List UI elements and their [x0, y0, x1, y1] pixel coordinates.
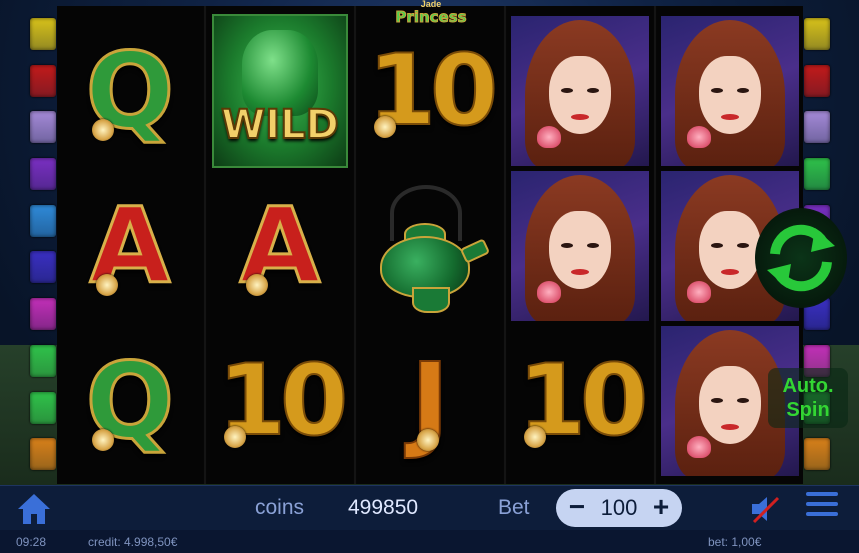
- control-bar: coins 499850 Bet − 100 +: [0, 485, 859, 531]
- payline-indicator: [30, 64, 56, 97]
- payline-indicator: [30, 298, 56, 331]
- sound-button[interactable]: [748, 492, 782, 526]
- payline-indicator: [30, 158, 56, 191]
- payline-indicator: [804, 111, 830, 144]
- princess-symbol: [511, 171, 649, 321]
- reel-cell: A: [57, 171, 203, 321]
- spin-icon: [767, 224, 835, 292]
- reel-cell: Q: [57, 326, 203, 476]
- menu-icon: [806, 492, 838, 516]
- flower-icon: [91, 119, 114, 141]
- reel-cell: [507, 16, 653, 166]
- sound-muted-icon: [752, 496, 780, 524]
- payline-indicator: [30, 18, 56, 50]
- teapot-symbol: [370, 181, 491, 313]
- reel-4: 10: [507, 6, 653, 484]
- lotus-flower: [687, 436, 711, 458]
- reel-cell: 10: [357, 16, 503, 166]
- wild-label: WILD: [220, 101, 340, 149]
- credit-display: credit: 4.998,50€: [88, 535, 178, 549]
- home-button[interactable]: [16, 491, 52, 527]
- face: [699, 211, 761, 289]
- reel-cell: A: [207, 171, 353, 321]
- bet-value: 100: [600, 495, 638, 520]
- face: [699, 56, 761, 134]
- flower-icon: [91, 429, 114, 451]
- game-logo: Jade Princess: [386, 0, 476, 26]
- payline-indicator: [30, 251, 56, 284]
- lotus-flower: [537, 126, 561, 148]
- flower-icon: [223, 426, 246, 448]
- flower-icon: [373, 116, 396, 138]
- reel-cell: 10: [507, 326, 653, 476]
- payline-indicators-left: [30, 18, 58, 478]
- payline-indicator: [804, 64, 830, 97]
- logo-main-text: Princess: [395, 8, 467, 26]
- payline-indicator: [30, 111, 56, 144]
- auto-spin-button[interactable]: Auto. Spin: [768, 368, 848, 428]
- reel-2: WILD A 10: [207, 6, 353, 484]
- flower-icon: [523, 426, 546, 448]
- clock: 09:28: [16, 535, 47, 549]
- payline-indicator: [30, 438, 56, 471]
- face: [549, 211, 611, 289]
- queen-symbol: Q: [84, 38, 175, 145]
- auto-spin-label-1: Auto.: [782, 375, 834, 397]
- coins-value: 499850: [348, 496, 419, 519]
- jack-symbol: J: [410, 348, 451, 454]
- payline-indicator: [804, 18, 830, 50]
- menu-button[interactable]: [806, 492, 838, 524]
- flower-icon: [416, 429, 439, 451]
- ace-symbol: A: [88, 193, 171, 300]
- cup: [412, 287, 450, 313]
- queen-symbol: Q: [84, 348, 175, 455]
- face: [549, 56, 611, 134]
- princess-symbol: [661, 16, 799, 166]
- bet-display: bet: 1,00€: [708, 535, 762, 549]
- coins-label: coins: [255, 496, 305, 519]
- payline-indicator: [804, 438, 830, 471]
- princess-symbol: [511, 16, 649, 166]
- lotus-flower: [687, 126, 711, 148]
- reel-1: QAQ: [57, 6, 203, 484]
- pot-spout: [459, 238, 491, 264]
- bet-decrease-button[interactable]: −: [558, 489, 596, 527]
- lotus-flower: [687, 281, 711, 303]
- ten-symbol: 10: [217, 351, 349, 451]
- payline-indicator: [804, 158, 830, 191]
- reel-cell: [357, 171, 503, 321]
- reel-cell: Q: [57, 16, 203, 166]
- ace-symbol: A: [238, 193, 321, 300]
- reel-cell: WILD: [207, 14, 353, 168]
- bet-increase-button[interactable]: +: [642, 489, 680, 527]
- home-icon: [18, 494, 50, 524]
- auto-spin-label-2: Spin: [786, 399, 830, 421]
- bet-stepper: − 100 +: [556, 489, 682, 527]
- flower-icon: [95, 274, 118, 296]
- wild-symbol: WILD: [212, 14, 348, 168]
- status-bar: 09:28 credit: 4.998,50€ bet: 1,00€: [0, 530, 859, 553]
- reel-cell: J: [357, 326, 503, 476]
- reel-cell: [507, 171, 653, 321]
- ten-symbol: 10: [367, 41, 499, 141]
- reel-3: 10 J: [357, 6, 503, 484]
- ten-symbol: 10: [517, 351, 649, 451]
- reel-area: Q A Q WILD A 10 10 J 10: [57, 6, 803, 484]
- payline-indicator: [30, 391, 56, 424]
- payline-indicator: [30, 344, 56, 377]
- payline-indicator: [30, 204, 56, 237]
- spin-button[interactable]: [755, 208, 847, 308]
- reel-cell: 10: [207, 326, 353, 476]
- face: [699, 366, 761, 444]
- reel-cell: [657, 16, 803, 166]
- bet-label: Bet: [498, 496, 530, 519]
- lotus-flower: [537, 281, 561, 303]
- flower-icon: [245, 274, 268, 296]
